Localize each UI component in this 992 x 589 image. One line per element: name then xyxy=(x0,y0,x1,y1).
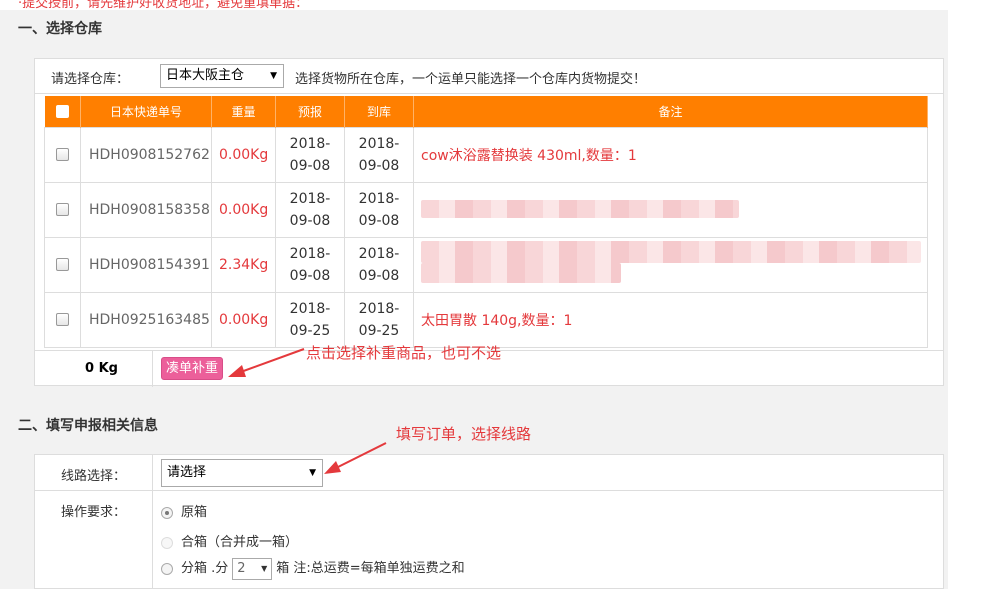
supplement-weight-button[interactable]: 凑单补重 xyxy=(161,357,224,380)
operation-row: 操作要求： 原箱 合箱（合并成一箱） 分箱 .分 2 ▼ 箱 注:总运费=每箱单独运费… xyxy=(35,491,943,589)
col-arrival: 到库 xyxy=(344,96,414,127)
tracking-number: HDH0908152762 xyxy=(80,126,212,183)
annotation-arrow-icon xyxy=(324,442,387,474)
forecast-date: 2018- 09-08 xyxy=(275,126,345,183)
total-weight: 0 Kg xyxy=(85,361,118,376)
radio-original[interactable] xyxy=(161,506,173,519)
warehouse-hint: 选择货物所在仓库，一个运单只能选择一个仓库内货物提交！ xyxy=(295,72,647,87)
table-row: HDH0925163485 0.00Kg 2018- 09-25 2018- 09-… xyxy=(44,291,928,348)
dropdown-arrow-icon: ▼ xyxy=(261,563,268,573)
annotation-arrow-icon xyxy=(228,348,305,377)
warehouse-row: 请选择仓库： 日本大阪主仓 ▼ 选择货物所在仓库，一个运单只能选择一个仓库内货物… xyxy=(35,59,943,94)
option-split[interactable]: 分箱 .分 2 ▼ 箱 注:总运费=每箱单独运费之和 xyxy=(161,557,465,580)
col-weight: 重量 xyxy=(211,96,276,127)
route-select[interactable]: 请选择 ▼ xyxy=(161,459,323,487)
package-weight: 0.00Kg xyxy=(211,126,276,183)
option-original[interactable]: 原箱 xyxy=(161,501,207,520)
arrival-date: 2018- 09-08 xyxy=(344,126,414,183)
annotation-supplement: 点击选择补重商品，也可不选 xyxy=(306,344,502,362)
row-checkbox[interactable] xyxy=(56,258,69,271)
row-checkbox[interactable] xyxy=(56,313,69,326)
arrival-date: 2018- 09-08 xyxy=(344,181,414,238)
package-weight: 0.00Kg xyxy=(211,291,276,348)
package-weight: 2.34Kg xyxy=(211,236,276,293)
dropdown-arrow-icon: ▼ xyxy=(309,468,316,478)
option-combine[interactable]: 合箱（合并成一箱） xyxy=(161,531,298,550)
package-note: cow沐浴露替换装 430ml,数量：1 xyxy=(413,126,928,183)
warehouse-select-value: 日本大阪主仓 xyxy=(166,68,245,83)
warehouse-select[interactable]: 日本大阪主仓 ▼ xyxy=(160,64,284,88)
package-note-redacted xyxy=(413,236,928,293)
declaration-panel: 线路选择： 请选择 ▼ 操作要求： 原箱 合箱（合并成一箱） 分箱 .分 2 ▼ 箱 … xyxy=(34,454,944,589)
package-note-redacted xyxy=(413,181,928,238)
table-row: HDH0908158358 0.00Kg 2018- 09-08 2018- 09-… xyxy=(44,181,928,238)
forecast-date: 2018- 09-08 xyxy=(275,236,345,293)
tracking-number: HDH0925163485 xyxy=(80,291,212,348)
warehouse-panel: 请选择仓库： 日本大阪主仓 ▼ 选择货物所在仓库，一个运单只能选择一个仓库内货物… xyxy=(34,58,944,387)
route-row: 线路选择： 请选择 ▼ xyxy=(35,455,943,491)
dropdown-arrow-icon: ▼ xyxy=(270,71,277,81)
table-row: HDH0908154391 2.34Kg 2018- 09-08 2018- 09-… xyxy=(44,236,928,293)
annotation-route: 填写订单，选择线路 xyxy=(396,425,532,443)
redacted-blur xyxy=(421,240,921,263)
arrival-date: 2018- 09-08 xyxy=(344,236,414,293)
select-all-checkbox[interactable] xyxy=(55,105,69,119)
tracking-number: HDH0908154391 xyxy=(80,236,212,293)
operation-label: 操作要求： xyxy=(60,505,126,520)
section-title-declaration: 二、填写申报相关信息 xyxy=(18,418,158,434)
package-table: 日本快递单号 重量 预报 到库 备注 HDH0908152762 0.00Kg … xyxy=(44,96,928,348)
redacted-blur xyxy=(421,199,739,218)
forecast-date: 2018- 09-08 xyxy=(275,181,345,238)
radio-combine[interactable] xyxy=(161,536,173,549)
table-row: HDH0908152762 0.00Kg 2018- 09-08 2018- 09-… xyxy=(44,126,928,183)
package-weight: 0.00Kg xyxy=(211,181,276,238)
col-tracking: 日本快递单号 xyxy=(80,96,212,127)
footer-divider xyxy=(152,351,153,387)
route-select-value: 请选择 xyxy=(167,465,207,480)
forecast-date: 2018- 09-25 xyxy=(275,291,345,348)
row-checkbox[interactable] xyxy=(56,203,69,216)
select-all-header[interactable] xyxy=(44,96,81,127)
warehouse-label: 请选择仓库： xyxy=(51,72,130,87)
tracking-number: HDH0908158358 xyxy=(80,181,212,238)
section-title-warehouse: 一、选择仓库 xyxy=(18,21,102,37)
radio-split[interactable] xyxy=(161,562,173,575)
table-header-row: 日本快递单号 重量 预报 到库 备注 xyxy=(44,96,928,127)
route-label: 线路选择： xyxy=(60,469,126,484)
redacted-blur xyxy=(421,262,621,283)
col-note: 备注 xyxy=(413,96,928,127)
row-checkbox[interactable] xyxy=(56,148,69,161)
split-count-select[interactable]: 2 ▼ xyxy=(232,557,273,580)
arrival-date: 2018- 09-25 xyxy=(344,291,414,348)
col-forecast: 预报 xyxy=(275,96,345,127)
package-note: 太田胃散 140g,数量：1 xyxy=(413,291,928,348)
